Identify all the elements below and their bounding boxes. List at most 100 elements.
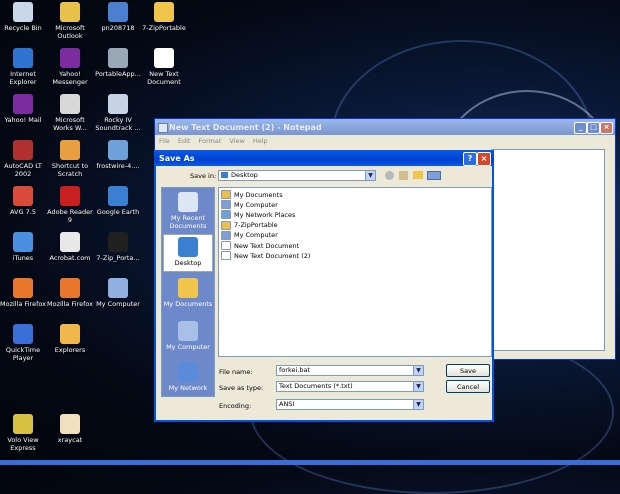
folder-icon <box>154 2 174 22</box>
list-item[interactable]: My Network Places <box>221 210 295 220</box>
notepad-title-bar[interactable]: New Text Document (2) - Notepad _ □ × <box>155 119 615 135</box>
file-name-value: forkei.bat <box>279 366 310 374</box>
desktop-shortcut[interactable]: iTunes <box>0 232 46 262</box>
file-name-label: File name: <box>219 368 253 376</box>
desktop-shortcut[interactable]: Acrobat.com <box>47 232 93 262</box>
desktop-shortcut[interactable]: Mozilla Firefox <box>47 278 93 308</box>
desktop-shortcut[interactable]: frostwire-4.... <box>95 140 141 170</box>
save-as-type-dropdown[interactable]: Text Documents (*.txt) ▼ <box>276 381 424 392</box>
folder-icon <box>221 190 231 199</box>
desktop-shortcut[interactable]: Yahoo! Messenger <box>47 48 93 86</box>
network-icon <box>221 210 231 220</box>
desktop-shortcut[interactable]: Internet Explorer <box>0 48 46 86</box>
yahoo-messenger-icon <box>60 48 80 68</box>
places-bar: My Recent Documents Desktop My Documents… <box>161 187 215 397</box>
dialog-close-button[interactable]: × <box>477 152 491 166</box>
save-button[interactable]: Save <box>446 364 490 377</box>
desktop-shortcut[interactable]: Volo View Express <box>0 414 46 452</box>
list-item[interactable]: My Computer <box>221 200 278 210</box>
desktop-shortcut[interactable]: Google Earth <box>95 186 141 216</box>
encoding-dropdown[interactable]: ANSI ▼ <box>276 399 424 410</box>
list-item[interactable]: My Documents <box>221 190 283 199</box>
portableapps-icon <box>108 48 128 68</box>
save-in-label: Save in: <box>190 172 217 180</box>
desktop-shortcut[interactable]: New Text Document <box>141 48 187 86</box>
list-item[interactable]: New Text Document (2) <box>221 251 310 261</box>
list-item[interactable]: My Computer <box>221 230 278 240</box>
menu-view[interactable]: View <box>229 137 244 145</box>
close-button[interactable]: × <box>600 122 613 134</box>
help-button[interactable]: ? <box>463 152 477 166</box>
desktop-shortcut[interactable]: QuickTime Player <box>0 324 46 362</box>
desktop-shortcut-label: Rocky IV Soundtrack ... <box>95 116 141 132</box>
audio-file-icon <box>108 94 128 114</box>
menu-edit[interactable]: Edit <box>178 137 191 145</box>
desktop-shortcut[interactable]: My Computer <box>95 278 141 308</box>
desktop-shortcut[interactable]: 7-Zip_Porta... <box>95 232 141 262</box>
desktop-shortcut-label: frostwire-4.... <box>96 162 140 170</box>
desktop-shortcut-label: My Computer <box>96 300 140 308</box>
list-item[interactable]: 7-ZipPortable <box>221 220 278 230</box>
desktop-shortcut-label: Microsoft Works W... <box>53 116 87 132</box>
desktop-shortcut[interactable]: 7-ZipPortable <box>141 2 187 32</box>
desktop-shortcut-label: 7-Zip_Porta... <box>96 254 140 262</box>
desktop-shortcut[interactable]: Microsoft Works W... <box>47 94 93 132</box>
volo-view-icon <box>13 414 33 434</box>
chevron-down-icon[interactable]: ▼ <box>413 382 423 391</box>
frostwire-icon <box>108 140 128 160</box>
chevron-down-icon[interactable]: ▼ <box>413 366 423 375</box>
desktop-shortcut[interactable]: PortableApp... <box>95 48 141 78</box>
yahoo-mail-icon <box>13 94 33 114</box>
menu-help[interactable]: Help <box>253 137 268 145</box>
desktop-shortcut[interactable]: Rocky IV Soundtrack ... <box>95 94 141 132</box>
minimize-button[interactable]: _ <box>574 122 587 134</box>
file-list[interactable]: My Documents My Computer My Network Places… <box>218 187 492 357</box>
desktop-shortcut-label: Microsoft Outlook <box>55 24 85 40</box>
desktop-shortcut-label: Google Earth <box>96 208 140 216</box>
up-folder-icon[interactable] <box>399 171 408 180</box>
file-name-input[interactable]: forkei.bat ▼ <box>276 365 424 376</box>
desktop-shortcut[interactable]: xraycat <box>47 414 93 444</box>
desktop-shortcut[interactable]: Mozilla Firefox <box>0 278 46 308</box>
place-my-computer[interactable]: My Computer <box>163 321 213 357</box>
place-my-recent-documents[interactable]: My Recent Documents <box>163 192 213 230</box>
desktop-shortcut-label: xraycat <box>57 436 83 444</box>
desktop-shortcut-label: Yahoo! Messenger <box>52 70 88 86</box>
maximize-button[interactable]: □ <box>587 122 600 134</box>
desktop-shortcut[interactable]: AVG 7.5 <box>0 186 46 216</box>
save-in-value: Desktop <box>231 171 258 179</box>
place-my-documents[interactable]: My Documents <box>163 278 213 314</box>
new-folder-icon[interactable] <box>413 171 423 179</box>
desktop-shortcut[interactable]: pn208718 <box>95 2 141 32</box>
notepad-text-area[interactable] <box>491 149 605 351</box>
desktop-shortcut[interactable]: Adobe Reader 9 <box>47 186 93 224</box>
views-menu-icon[interactable] <box>427 171 441 180</box>
chevron-down-icon[interactable]: ▼ <box>365 171 375 180</box>
desktop-shortcut[interactable]: Recycle Bin <box>0 2 46 32</box>
dialog-title-bar[interactable]: Save As ? × <box>154 150 494 166</box>
desktop-shortcut-label: Internet Explorer <box>9 70 37 86</box>
menu-format[interactable]: Format <box>198 137 221 145</box>
place-my-network[interactable]: My Network <box>163 362 213 396</box>
chevron-down-icon[interactable]: ▼ <box>413 400 423 409</box>
desktop-shortcut[interactable]: AutoCAD LT 2002 <box>0 140 46 178</box>
desktop-icon <box>221 172 228 178</box>
taskbar[interactable] <box>0 460 620 465</box>
cancel-button[interactable]: Cancel <box>446 380 490 393</box>
desktop-shortcut[interactable]: Yahoo! Mail <box>0 94 46 124</box>
autocad-icon <box>13 140 33 160</box>
list-item-label: 7-ZipPortable <box>234 221 278 230</box>
list-item[interactable]: New Text Document <box>221 241 299 250</box>
desktop-shortcut-label: AutoCAD LT 2002 <box>4 162 42 178</box>
desktop-shortcut[interactable]: Shortcut to Scratch <box>47 140 93 178</box>
save-in-dropdown[interactable]: Desktop ▼ <box>218 170 376 181</box>
desktop-shortcut[interactable]: Explorers <box>47 324 93 354</box>
firefox-icon <box>60 278 80 298</box>
back-icon[interactable] <box>385 171 394 180</box>
computer-icon <box>221 230 231 240</box>
desktop-shortcut[interactable]: Microsoft Outlook <box>47 2 93 40</box>
desktop-shortcut-label: Volo View Express <box>7 436 39 452</box>
menu-file[interactable]: File <box>159 137 170 145</box>
internet-explorer-icon <box>13 48 33 68</box>
place-desktop[interactable]: Desktop <box>163 234 213 272</box>
